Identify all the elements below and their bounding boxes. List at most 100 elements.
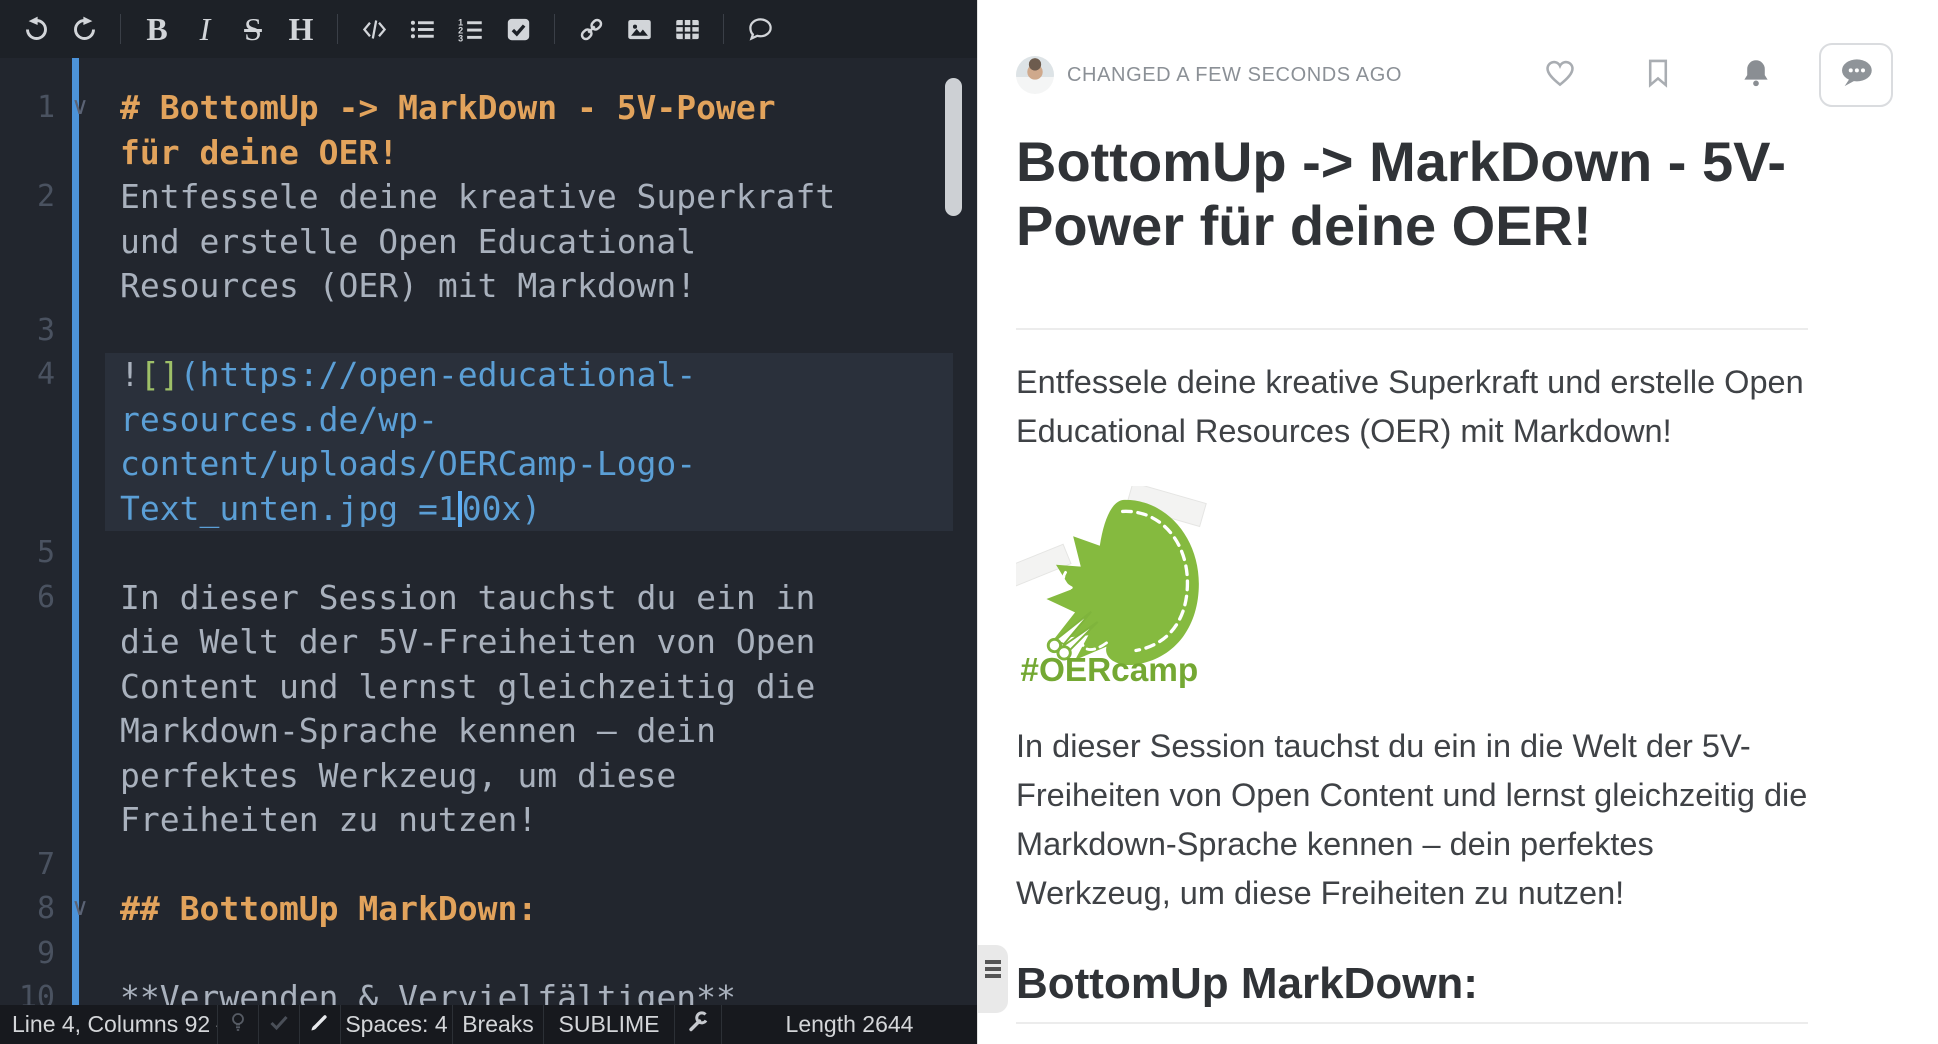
- last-changed-label: CHANGED A FEW SECONDS AGO: [1067, 64, 1402, 87]
- preferences-button[interactable]: [674, 1005, 721, 1044]
- italic-button[interactable]: I: [183, 7, 227, 51]
- editor-row[interactable]: perfektes Werkzeug, um diese: [0, 754, 977, 799]
- bookmark-icon: [1641, 56, 1675, 95]
- editor-row[interactable]: 3: [0, 309, 977, 354]
- editor-row[interactable]: Freiheiten zu nutzen!: [0, 798, 977, 843]
- author-avatar[interactable]: [1016, 56, 1054, 94]
- theme-button[interactable]: [299, 1005, 340, 1044]
- editor-status-bar: Line 4, Columns 92 — 21 Spaces: 4 Breaks…: [0, 1005, 977, 1044]
- like-button[interactable]: [1543, 56, 1577, 95]
- bell-icon: [1739, 56, 1773, 95]
- indent-setting[interactable]: Spaces: 4: [340, 1005, 452, 1044]
- cursor-position-status: Line 4, Columns 92 — 21: [0, 1005, 217, 1044]
- night-mode-button[interactable]: [217, 1005, 258, 1044]
- editor-row[interactable]: Resources (OER) mit Markdown!: [0, 264, 977, 309]
- editor-row[interactable]: 9: [0, 932, 977, 977]
- notifications-button[interactable]: [1739, 56, 1773, 95]
- fold-gutter: [55, 262, 105, 307]
- line-number: [0, 442, 55, 487]
- line-number: [0, 620, 55, 665]
- editor-row[interactable]: und erstelle Open Educational: [0, 220, 977, 265]
- fold-gutter: [55, 663, 105, 708]
- editor-row[interactable]: die Welt der 5V-Freiheiten von Open: [0, 620, 977, 665]
- comment-button[interactable]: [738, 7, 782, 51]
- editor-row[interactable]: 6In dieser Session tauchst du ein in: [0, 576, 977, 621]
- editor-row[interactable]: Content und lernst gleichzeitig die: [0, 665, 977, 710]
- comments-button[interactable]: [1819, 43, 1893, 107]
- heading-icon: H: [289, 13, 314, 45]
- list-ul-button[interactable]: [400, 7, 444, 51]
- editor-scrollbar[interactable]: [945, 78, 962, 216]
- fold-gutter: [55, 218, 105, 263]
- fold-gutter: [55, 930, 105, 975]
- link-button[interactable]: [569, 7, 613, 51]
- bold-icon: B: [146, 13, 167, 45]
- strikethrough-icon: S: [244, 13, 262, 45]
- line-number: 2: [0, 175, 55, 220]
- session-paragraph: In dieser Session tauchst du ein in die …: [1016, 722, 1808, 918]
- document-length-status: Length 2644: [721, 1005, 977, 1044]
- preview-drag-handle[interactable]: [978, 945, 1008, 1013]
- linebreak-setting[interactable]: Breaks: [452, 1005, 543, 1044]
- editor-row[interactable]: Markdown-Sprache kennen – dein: [0, 709, 977, 754]
- editor-area[interactable]: 1∨# BottomUp -> MarkDown - 5V-Powerfür d…: [0, 58, 977, 1044]
- lightbulb-icon: [226, 1010, 250, 1040]
- line-number: [0, 754, 55, 799]
- line-number: 9: [0, 932, 55, 977]
- preview-pane: CHANGED A FEW SECONDS AGO: [977, 0, 1938, 1044]
- editor-row[interactable]: 1∨# BottomUp -> MarkDown - 5V-Power: [0, 86, 977, 131]
- editor-row[interactable]: 7: [0, 843, 977, 888]
- bookmark-button[interactable]: [1641, 56, 1675, 95]
- table-icon: [674, 16, 701, 43]
- wrench-icon: [686, 1010, 710, 1040]
- intro-paragraph: Entfessele deine kreative Superkraft und…: [1016, 358, 1808, 456]
- editor-row[interactable]: Text_unten.jpg =100x): [0, 487, 977, 532]
- keymap-setting[interactable]: SUBLIME: [543, 1005, 674, 1044]
- code-line: die Welt der 5V-Freiheiten von Open: [105, 620, 953, 665]
- oercamp-logo: #OERcamp: [1016, 486, 1216, 694]
- line-number: 5: [0, 531, 55, 576]
- editor-row[interactable]: 8∨## BottomUp MarkDown:: [0, 887, 977, 932]
- fold-chevron-icon[interactable]: ∨: [55, 885, 105, 930]
- comment-icon: [747, 16, 774, 43]
- code-line: content/uploads/OERCamp-Logo-: [105, 442, 953, 487]
- fold-gutter: [55, 707, 105, 752]
- code-line: [105, 309, 953, 354]
- editor-row[interactable]: 4 ![](https://open-educational-: [0, 353, 977, 398]
- line-number: 7: [0, 843, 55, 888]
- fold-gutter: [55, 485, 105, 530]
- fold-chevron-icon[interactable]: ∨: [55, 84, 105, 129]
- spellcheck-button[interactable]: [258, 1005, 299, 1044]
- table-button[interactable]: [665, 7, 709, 51]
- undo-button[interactable]: [14, 7, 58, 51]
- fold-gutter: [55, 841, 105, 886]
- editor-row[interactable]: für deine OER!: [0, 131, 977, 176]
- app-window: B I S H 123 1∨# BottomUp: [0, 0, 1938, 1044]
- logo-text: #OERcamp: [1020, 652, 1198, 689]
- code-line: Entfessele deine kreative Superkraft: [105, 175, 953, 220]
- code-line: [105, 932, 953, 977]
- editor-row[interactable]: resources.de/wp-: [0, 398, 977, 443]
- code-icon: [361, 16, 388, 43]
- heart-icon: [1543, 56, 1577, 95]
- list-ul-icon: [409, 16, 436, 43]
- code-button[interactable]: [352, 7, 396, 51]
- editor-row[interactable]: content/uploads/OERCamp-Logo-: [0, 442, 977, 487]
- line-number: 4: [0, 353, 55, 398]
- redo-button[interactable]: [62, 7, 106, 51]
- code-line: ![](https://open-educational-: [105, 353, 953, 398]
- editor-row[interactable]: 5: [0, 531, 977, 576]
- italic-icon: I: [194, 13, 217, 45]
- line-number: [0, 487, 55, 532]
- list-ol-button[interactable]: 123: [448, 7, 492, 51]
- code-line: In dieser Session tauchst du ein in: [105, 576, 953, 621]
- code-line: [105, 843, 953, 888]
- image-button[interactable]: [617, 7, 661, 51]
- strikethrough-button[interactable]: S: [231, 7, 275, 51]
- check-square-button[interactable]: [496, 7, 540, 51]
- heading-button[interactable]: H: [279, 7, 323, 51]
- code-line: # BottomUp -> MarkDown - 5V-Power: [105, 86, 953, 131]
- bold-button[interactable]: B: [135, 7, 179, 51]
- editor-row[interactable]: 2 Entfessele deine kreative Superkraft: [0, 175, 977, 220]
- list-ol-icon: 123: [457, 16, 484, 43]
